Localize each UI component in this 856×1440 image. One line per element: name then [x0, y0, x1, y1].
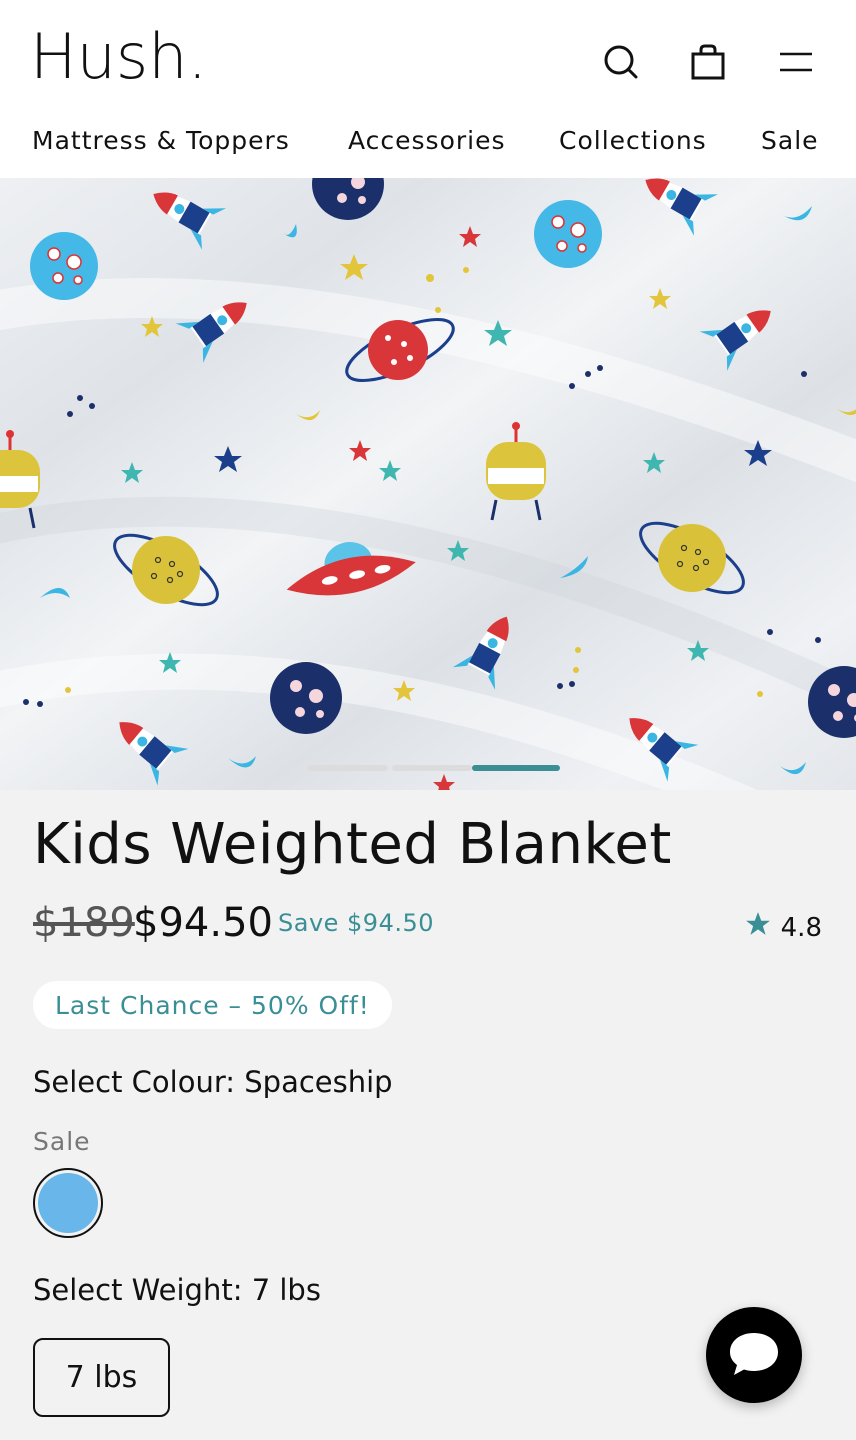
- rating-value: 4.8: [780, 912, 822, 943]
- savings-text: Save $94.50: [278, 909, 435, 937]
- site-header: Hush. Mattress & Toppers Accessories Col…: [0, 0, 856, 178]
- weight-option-label: 7 lbs: [65, 1360, 138, 1395]
- chat-button[interactable]: [706, 1307, 802, 1403]
- cart-button[interactable]: [684, 40, 732, 88]
- nav-collections[interactable]: Collections: [559, 126, 707, 155]
- swatch-fill: [38, 1173, 98, 1233]
- promo-badge: Last Chance – 50% Off!: [33, 981, 392, 1029]
- carousel-dot-3-active[interactable]: [472, 765, 560, 771]
- nav-accessories[interactable]: Accessories: [348, 126, 506, 155]
- main-nav: Mattress & Toppers Accessories Collectio…: [32, 126, 832, 160]
- colour-group-label: Sale: [33, 1127, 91, 1156]
- colour-swatch-spaceship[interactable]: [33, 1168, 103, 1238]
- product-rating[interactable]: 4.8: [745, 911, 822, 944]
- carousel-indicators: [308, 765, 564, 771]
- weight-option-7lbs[interactable]: 7 lbs: [33, 1338, 170, 1417]
- product-title: Kids Weighted Blanket: [33, 812, 672, 877]
- promo-badge-text: Last Chance – 50% Off!: [55, 990, 370, 1020]
- nav-sale[interactable]: Sale: [761, 126, 819, 155]
- hamburger-icon: [779, 50, 813, 79]
- chat-bubble-icon: [728, 1329, 780, 1382]
- sale-price: $94.50: [133, 900, 273, 946]
- menu-button[interactable]: [772, 40, 820, 88]
- search-icon: [603, 44, 639, 85]
- nav-mattress-toppers[interactable]: Mattress & Toppers: [32, 126, 290, 155]
- carousel-dot-1[interactable]: [308, 765, 388, 771]
- product-image-carousel[interactable]: [0, 178, 856, 790]
- brand-logo[interactable]: Hush.: [30, 26, 207, 88]
- weight-label: Select Weight: 7 lbs: [33, 1273, 321, 1307]
- colour-label: Select Colour: Spaceship: [33, 1065, 393, 1099]
- original-price: $189: [33, 900, 135, 946]
- search-button[interactable]: [597, 40, 645, 88]
- carousel-dot-2[interactable]: [392, 765, 472, 771]
- star-icon: [745, 911, 771, 944]
- product-photo: [0, 178, 856, 790]
- bag-icon: [691, 44, 725, 85]
